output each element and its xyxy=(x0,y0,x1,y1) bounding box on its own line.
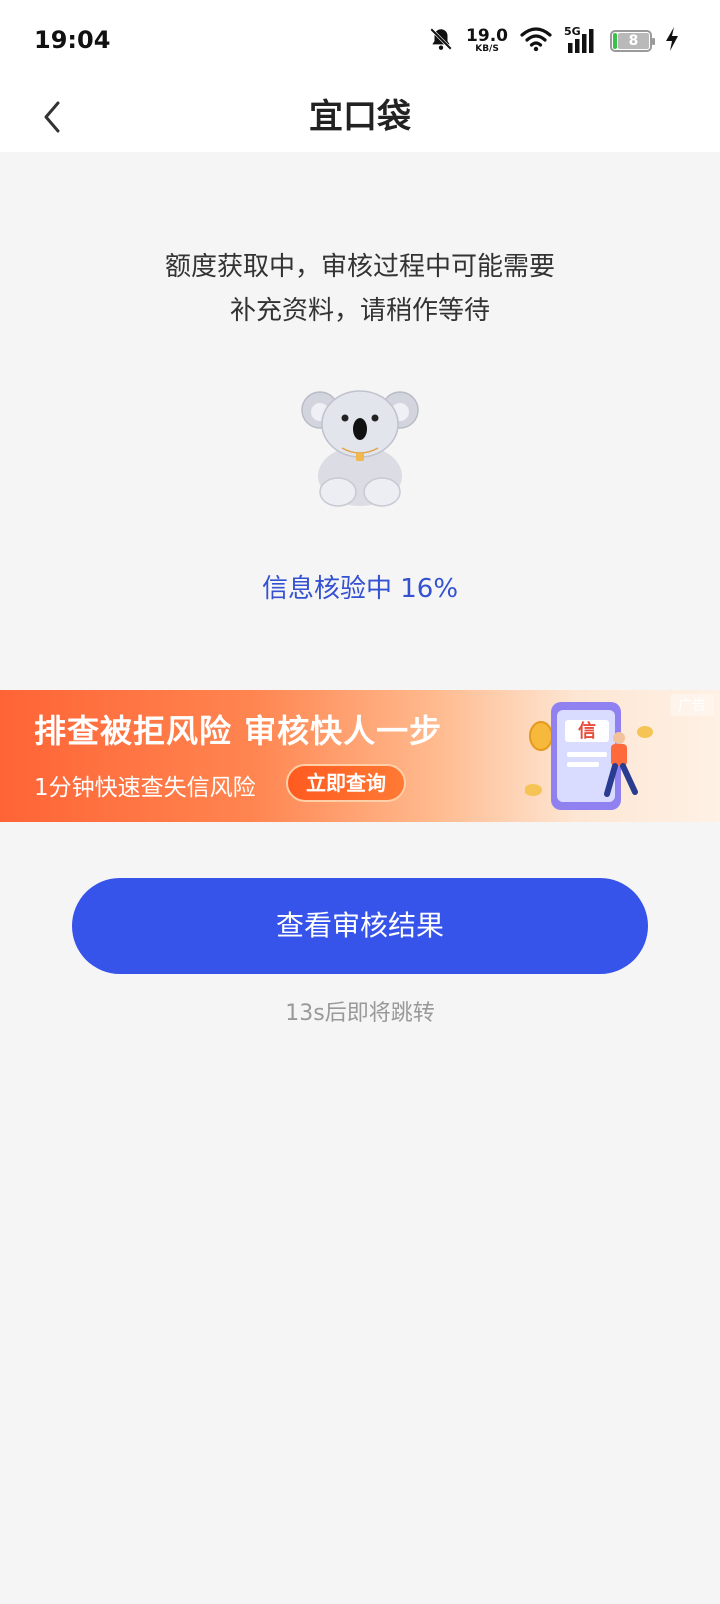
view-result-button[interactable]: 查看审核结果 xyxy=(72,878,648,974)
chevron-left-icon xyxy=(44,101,60,133)
charging-icon xyxy=(664,26,680,56)
battery-icon: 8 xyxy=(610,30,655,52)
koala-illustration xyxy=(300,380,420,510)
status-bar: 19:04 19.0 KB/S 5G 8 xyxy=(0,0,720,82)
ad-query-button[interactable]: 立即查询 xyxy=(286,764,406,802)
back-button[interactable] xyxy=(32,92,72,142)
signal-icon: 5G xyxy=(564,25,598,55)
nav-bar: 宜口袋 xyxy=(0,82,720,152)
status-icons: 19.0 KB/S 5G 8 xyxy=(428,24,680,58)
ad-title: 排查被拒风险 审核快人一步 xyxy=(34,712,443,750)
ad-tag: 广告 xyxy=(670,694,714,716)
status-time: 19:04 xyxy=(34,26,111,54)
message-line-2: 补充资料，请稍作等待 xyxy=(229,296,490,326)
ad-subtitle: 1分钟快速查失信风险 xyxy=(34,775,256,801)
svg-text:信: 信 xyxy=(578,720,596,742)
message-line-1: 额度获取中，审核过程中可能需要 xyxy=(164,252,555,282)
bell-off-icon xyxy=(428,26,454,56)
page-title: 宜口袋 xyxy=(309,97,411,137)
credit-phone-illustration: 信 xyxy=(524,698,675,816)
progress-status: 信息核验中 16% xyxy=(261,574,459,604)
status-message: 额度获取中，审核过程中可能需要 补充资料，请稍作等待 xyxy=(0,245,720,333)
network-speed: 19.0 KB/S xyxy=(466,26,508,54)
wifi-icon xyxy=(520,26,552,56)
ad-banner[interactable]: 排查被拒风险 审核快人一步 1分钟快速查失信风险 立即查询 广告 信 xyxy=(0,690,720,822)
countdown-text: 13s后即将跳转 xyxy=(285,1001,435,1026)
